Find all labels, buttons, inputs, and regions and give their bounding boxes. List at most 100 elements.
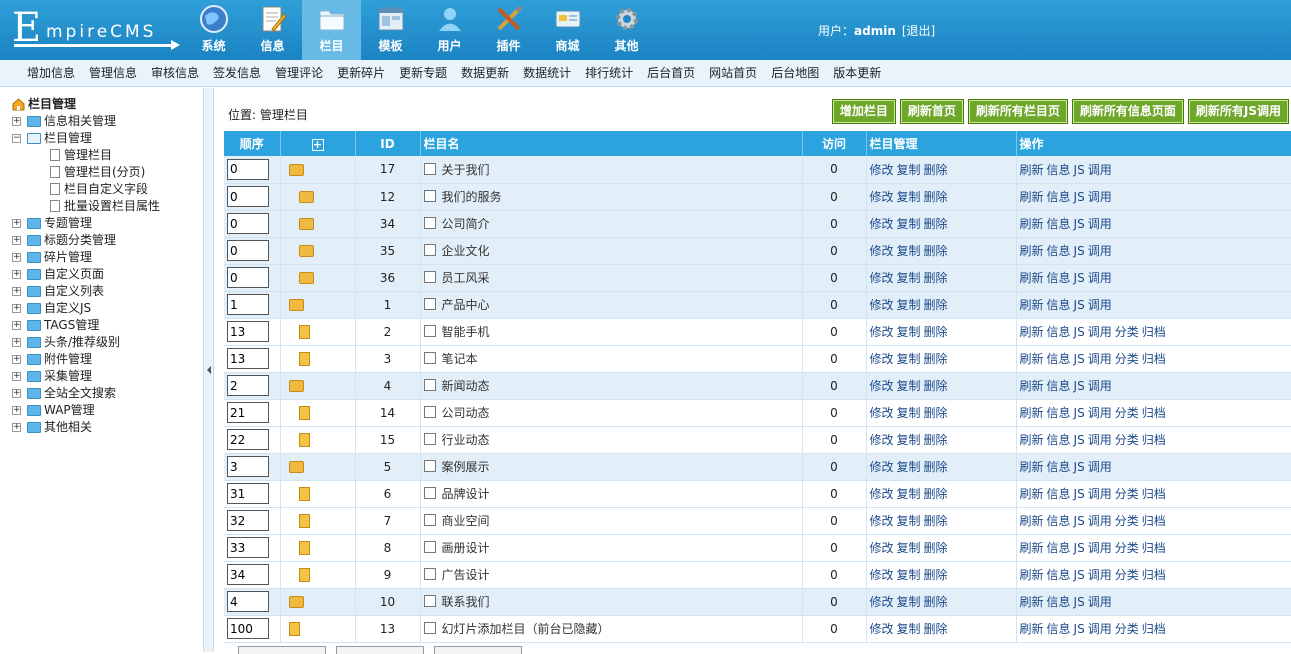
tree-item-title-class[interactable]: + 标题分类管理	[0, 232, 203, 249]
nav-info[interactable]: 信息	[243, 0, 302, 60]
row-checkbox[interactable]	[423, 379, 436, 391]
manage-link[interactable]: 删除	[924, 217, 948, 231]
op-link[interactable]: 分类	[1115, 568, 1139, 582]
column-name-link[interactable]: 企业文化	[442, 244, 490, 258]
row-checkbox[interactable]	[423, 217, 436, 229]
row-checkbox[interactable]	[423, 514, 436, 526]
bottom-button[interactable]	[434, 646, 522, 654]
nav-shop[interactable]: 商城	[538, 0, 597, 60]
column-name-link[interactable]: 案例展示	[442, 460, 490, 474]
op-link[interactable]: 调用	[1088, 541, 1112, 555]
op-link[interactable]: 分类	[1115, 622, 1139, 636]
submenu-manage-comments[interactable]: 管理评论	[268, 60, 330, 86]
manage-link[interactable]: 修改	[870, 460, 894, 474]
manage-link[interactable]: 复制	[897, 433, 921, 447]
op-link[interactable]: 归档	[1142, 433, 1166, 447]
manage-link[interactable]: 复制	[897, 595, 921, 609]
op-link[interactable]: 调用	[1088, 433, 1112, 447]
op-link[interactable]: 归档	[1142, 487, 1166, 501]
submenu-update-fragments[interactable]: 更新碎片	[330, 60, 392, 86]
op-link[interactable]: 调用	[1088, 163, 1112, 177]
manage-link[interactable]: 修改	[870, 487, 894, 501]
op-link[interactable]: 调用	[1088, 406, 1112, 420]
op-link[interactable]: 信息	[1047, 298, 1071, 312]
op-link[interactable]: 刷新	[1020, 244, 1044, 258]
op-link[interactable]: 分类	[1115, 514, 1139, 528]
manage-link[interactable]: 复制	[897, 487, 921, 501]
manage-link[interactable]: 删除	[924, 487, 948, 501]
op-link[interactable]: 刷新	[1020, 217, 1044, 231]
expand-icon[interactable]: +	[12, 253, 21, 262]
op-link[interactable]: 调用	[1088, 298, 1112, 312]
op-link[interactable]: 调用	[1088, 325, 1112, 339]
order-input[interactable]	[227, 456, 269, 477]
expand-icon[interactable]: +	[12, 423, 21, 432]
op-link[interactable]: 刷新	[1020, 163, 1044, 177]
op-link[interactable]: JS	[1074, 487, 1085, 501]
op-link[interactable]: 信息	[1047, 595, 1071, 609]
manage-link[interactable]: 修改	[870, 379, 894, 393]
expand-icon[interactable]: +	[12, 219, 21, 228]
op-link[interactable]: 信息	[1047, 487, 1071, 501]
order-input[interactable]	[227, 158, 269, 180]
order-input[interactable]	[227, 591, 269, 612]
op-link[interactable]: 信息	[1047, 325, 1071, 339]
manage-link[interactable]: 复制	[897, 190, 921, 204]
expand-all-icon[interactable]: +	[311, 138, 324, 151]
row-checkbox[interactable]	[423, 406, 436, 418]
manage-link[interactable]: 复制	[897, 271, 921, 285]
manage-link[interactable]: 修改	[870, 325, 894, 339]
op-link[interactable]: JS	[1074, 271, 1085, 285]
op-link[interactable]: JS	[1074, 298, 1085, 312]
op-link[interactable]: 信息	[1047, 244, 1071, 258]
column-name-link[interactable]: 我们的服务	[442, 190, 502, 204]
op-link[interactable]: 信息	[1047, 217, 1071, 231]
op-link[interactable]: 刷新	[1020, 325, 1044, 339]
op-link[interactable]: 分类	[1115, 487, 1139, 501]
op-link[interactable]: 调用	[1088, 379, 1112, 393]
order-input[interactable]	[227, 537, 269, 558]
op-link[interactable]: 调用	[1088, 514, 1112, 528]
submenu-update-topics[interactable]: 更新专题	[392, 60, 454, 86]
submenu-manage-info[interactable]: 管理信息	[82, 60, 144, 86]
expand-icon[interactable]: +	[12, 287, 21, 296]
op-link[interactable]: 信息	[1047, 622, 1071, 636]
column-name-link[interactable]: 笔记本	[442, 352, 478, 366]
manage-link[interactable]: 删除	[924, 406, 948, 420]
row-checkbox[interactable]	[423, 460, 436, 472]
expand-icon[interactable]: +	[12, 406, 21, 415]
op-link[interactable]: 信息	[1047, 379, 1071, 393]
tree-item-info-related[interactable]: + 信息相关管理	[0, 113, 203, 130]
op-link[interactable]: 归档	[1142, 352, 1166, 366]
op-link[interactable]: 刷新	[1020, 271, 1044, 285]
op-link[interactable]: 刷新	[1020, 487, 1044, 501]
op-link[interactable]: JS	[1074, 352, 1085, 366]
order-input[interactable]	[227, 402, 269, 423]
op-link[interactable]: JS	[1074, 541, 1085, 555]
manage-link[interactable]: 复制	[897, 514, 921, 528]
manage-link[interactable]: 修改	[870, 433, 894, 447]
order-input[interactable]	[227, 429, 269, 450]
order-input[interactable]	[227, 240, 269, 261]
tree-item-topics[interactable]: + 专题管理	[0, 215, 203, 232]
tree-item-column-fields[interactable]: 栏目自定义字段	[0, 181, 203, 198]
manage-link[interactable]: 复制	[897, 217, 921, 231]
manage-link[interactable]: 删除	[924, 460, 948, 474]
op-link[interactable]: 信息	[1047, 163, 1071, 177]
manage-link[interactable]: 修改	[870, 190, 894, 204]
manage-link[interactable]: 删除	[924, 352, 948, 366]
manage-link[interactable]: 删除	[924, 298, 948, 312]
expand-icon[interactable]: +	[12, 389, 21, 398]
refresh-all-js-button[interactable]: 刷新所有JS调用	[1187, 99, 1289, 124]
order-input[interactable]	[227, 375, 269, 396]
nav-template[interactable]: 模板	[361, 0, 420, 60]
manage-link[interactable]: 修改	[870, 217, 894, 231]
expand-icon[interactable]: +	[12, 270, 21, 279]
column-name-link[interactable]: 产品中心	[442, 298, 490, 312]
expand-icon[interactable]: +	[12, 355, 21, 364]
tree-item-fragments[interactable]: + 碎片管理	[0, 249, 203, 266]
op-link[interactable]: 信息	[1047, 190, 1071, 204]
expand-icon[interactable]: +	[12, 338, 21, 347]
manage-link[interactable]: 复制	[897, 379, 921, 393]
manage-link[interactable]: 修改	[870, 352, 894, 366]
